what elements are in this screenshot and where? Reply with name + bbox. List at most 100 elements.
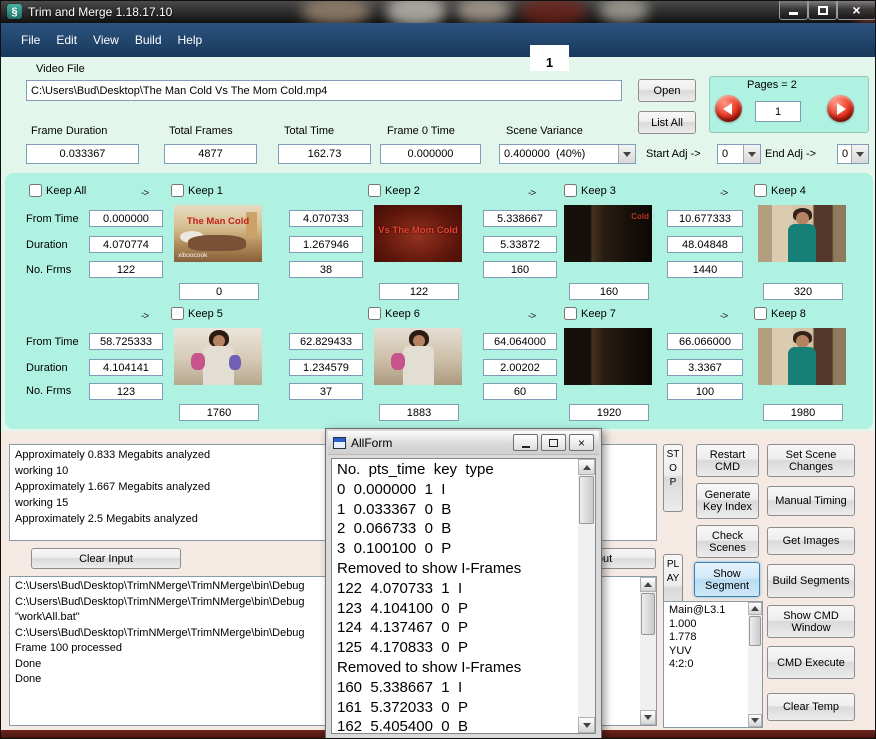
show-segment-button[interactable]: Show Segment (694, 562, 760, 597)
stream-info-box[interactable]: Main@L3.1 1.000 1.778 YUV 4:2:0 (663, 601, 763, 728)
keep-5-checkbox-input[interactable] (171, 307, 184, 320)
segment-1-thumbnail[interactable]: The Man Cold xiboocook (174, 205, 262, 262)
keep-5-checkbox[interactable]: Keep 5 (171, 307, 223, 320)
segment-5-start-frame[interactable]: 1760 (179, 404, 259, 421)
scroll-down-button[interactable] (748, 714, 762, 727)
total-time-input[interactable] (278, 144, 371, 164)
keep-3-checkbox[interactable]: Keep 3 (564, 184, 616, 197)
segment-2-frames[interactable]: 38 (289, 261, 363, 278)
cmd-execute-button[interactable]: CMD Execute (767, 646, 855, 679)
keep-7-checkbox[interactable]: Keep 7 (564, 307, 616, 320)
segment-3-duration[interactable]: 5.33872 (483, 236, 557, 253)
segment-6-from-time[interactable]: 62.829433 (289, 333, 363, 350)
scrollbar-thumb[interactable] (579, 476, 594, 524)
frame-duration-input[interactable] (26, 144, 139, 164)
keep-8-checkbox[interactable]: Keep 8 (754, 307, 806, 320)
segment-4-from-time[interactable]: 10.677333 (667, 210, 743, 227)
frame0-time-input[interactable] (380, 144, 481, 164)
segment-8-duration[interactable]: 3.3367 (667, 359, 743, 376)
segment-1-frames[interactable]: 122 (89, 261, 163, 278)
scroll-up-button[interactable] (748, 602, 762, 615)
keep-7-checkbox-input[interactable] (564, 307, 577, 320)
segment-4-thumbnail[interactable] (758, 205, 846, 262)
build-segments-button[interactable]: Build Segments (767, 564, 855, 598)
keep-8-checkbox-input[interactable] (754, 307, 767, 320)
set-scene-changes-button[interactable]: Set Scene Changes (767, 444, 855, 477)
segment-2-thumbnail[interactable]: Vs The Mom Cold (374, 205, 462, 262)
segment-6-frames[interactable]: 37 (289, 383, 363, 400)
total-frames-input[interactable] (164, 144, 257, 164)
scroll-down-button[interactable] (578, 717, 595, 733)
keep-1-checkbox[interactable]: Keep 1 (171, 184, 223, 197)
segment-4-frames[interactable]: 1440 (667, 261, 743, 278)
start-adj-dropdown-button[interactable] (743, 145, 760, 163)
menu-build[interactable]: Build (135, 33, 162, 47)
start-adj-combo[interactable]: 0 (717, 144, 761, 164)
keep-6-checkbox-input[interactable] (368, 307, 381, 320)
keep-4-checkbox-input[interactable] (754, 184, 767, 197)
next-page-button[interactable] (827, 95, 854, 122)
open-button[interactable]: Open (638, 79, 696, 102)
segment-7-from-time[interactable]: 64.064000 (483, 333, 557, 350)
restart-cmd-button[interactable]: Restart CMD (696, 444, 759, 477)
show-cmd-window-button[interactable]: Show CMD Window (767, 605, 855, 638)
scroll-down-button[interactable] (640, 710, 656, 725)
output-scrollbar[interactable] (640, 577, 656, 725)
segment-2-start-frame[interactable]: 122 (379, 283, 459, 300)
segment-7-duration[interactable]: 2.00202 (483, 359, 557, 376)
keep-all-checkbox-input[interactable] (29, 184, 42, 197)
segment-5-duration[interactable]: 4.104141 (89, 359, 163, 376)
scrollbar-thumb[interactable] (641, 593, 655, 635)
segment-6-duration[interactable]: 1.234579 (289, 359, 363, 376)
allform-scrollbar[interactable] (578, 459, 595, 733)
segment-6-start-frame[interactable]: 1883 (379, 404, 459, 421)
menu-edit[interactable]: Edit (56, 33, 77, 47)
allform-close-button[interactable]: × (569, 434, 594, 451)
generate-key-index-button[interactable]: Generate Key Index (696, 483, 759, 519)
allform-title-bar[interactable]: AllForm × (328, 431, 599, 455)
segment-3-from-time[interactable]: 5.338667 (483, 210, 557, 227)
segment-6-thumbnail[interactable] (374, 328, 462, 385)
clear-input-button[interactable]: Clear Input (31, 548, 181, 569)
segment-3-start-frame[interactable]: 160 (569, 283, 649, 300)
segment-1-from-time[interactable]: 0.000000 (89, 210, 163, 227)
menu-view[interactable]: View (93, 33, 119, 47)
allform-restore-button[interactable] (541, 434, 566, 451)
segment-5-from-time[interactable]: 58.725333 (89, 333, 163, 350)
segment-5-thumbnail[interactable] (174, 328, 262, 385)
stop-button[interactable]: STOP (663, 444, 683, 512)
minimize-button[interactable] (779, 1, 808, 20)
menu-help[interactable]: Help (178, 33, 203, 47)
segment-8-frames[interactable]: 100 (667, 383, 743, 400)
prev-page-button[interactable] (715, 95, 742, 122)
segment-4-start-frame[interactable]: 320 (763, 283, 843, 300)
keep-2-checkbox[interactable]: Keep 2 (368, 184, 420, 197)
segment-2-from-time[interactable]: 4.070733 (289, 210, 363, 227)
keep-6-checkbox[interactable]: Keep 6 (368, 307, 420, 320)
segment-1-duration[interactable]: 4.070774 (89, 236, 163, 253)
segment-5-frames[interactable]: 123 (89, 383, 163, 400)
page-number-input[interactable] (755, 101, 801, 122)
segment-8-thumbnail[interactable] (758, 328, 846, 385)
get-images-button[interactable]: Get Images (767, 527, 855, 555)
list-all-button[interactable]: List All (638, 111, 696, 134)
segment-7-start-frame[interactable]: 1920 (569, 404, 649, 421)
manual-timing-button[interactable]: Manual Timing (767, 486, 855, 516)
maximize-button[interactable] (808, 1, 837, 20)
segment-1-start-frame[interactable]: 0 (179, 283, 259, 300)
scroll-up-button[interactable] (578, 459, 595, 475)
info-scrollbar[interactable] (748, 602, 762, 727)
segment-7-thumbnail[interactable] (564, 328, 652, 385)
keep-all-checkbox[interactable]: Keep All (29, 184, 86, 197)
scene-variance-combo[interactable]: 0.400000 (40%) (499, 144, 636, 164)
scrollbar-thumb[interactable] (749, 616, 761, 646)
end-adj-dropdown-button[interactable] (851, 145, 868, 163)
segment-3-thumbnail[interactable]: Cold (564, 205, 652, 262)
allform-frame-list[interactable]: No. pts_time key type 0 0.000000 1 I 1 0… (331, 458, 596, 734)
segment-7-frames[interactable]: 60 (483, 383, 557, 400)
clear-temp-button[interactable]: Clear Temp (767, 693, 855, 721)
close-button[interactable]: × (837, 1, 875, 20)
end-adj-combo[interactable]: 0 (837, 144, 869, 164)
segment-8-start-frame[interactable]: 1980 (763, 404, 843, 421)
check-scenes-button[interactable]: Check Scenes (696, 525, 759, 558)
